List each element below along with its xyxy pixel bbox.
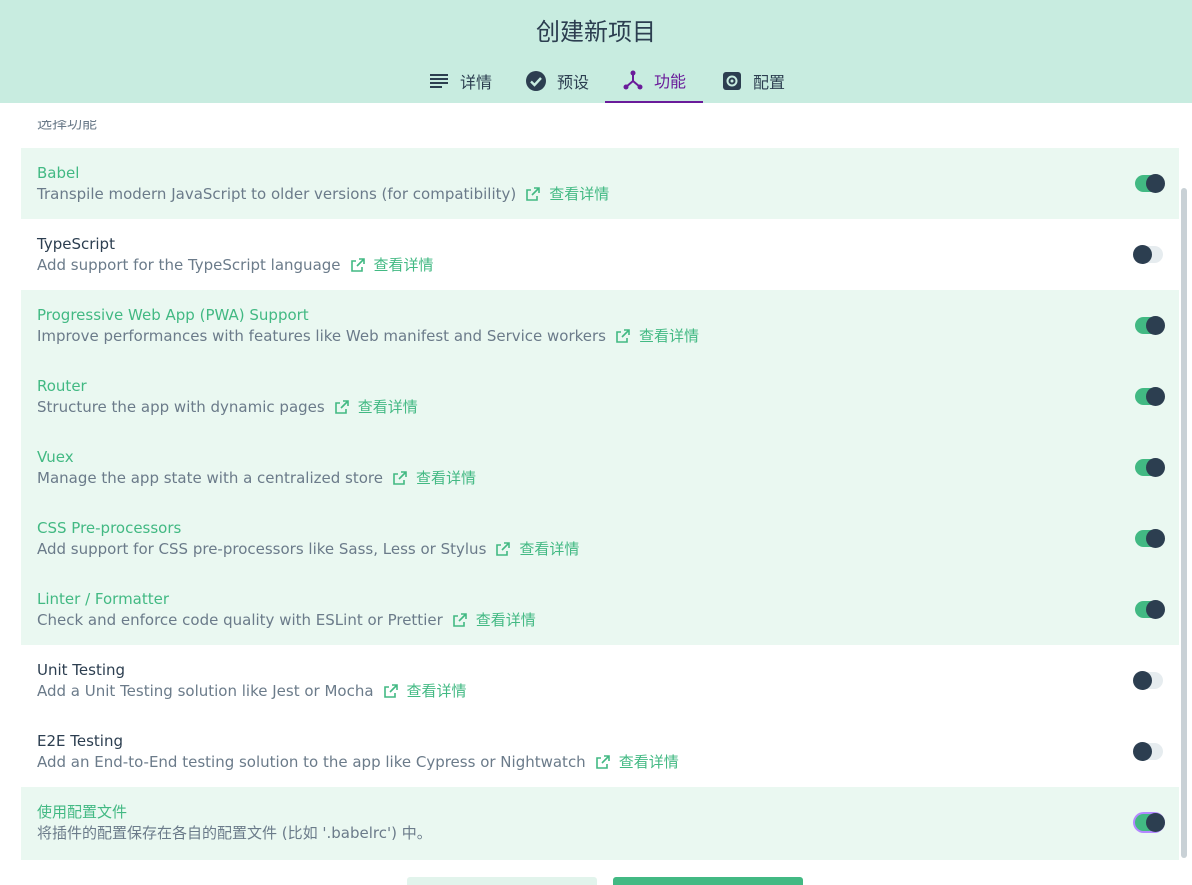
toggle-switch[interactable]: [1135, 458, 1165, 477]
toggle-knob: [1133, 671, 1152, 690]
toggle-knob: [1146, 813, 1165, 832]
more-info-link[interactable]: 查看详情: [549, 183, 609, 205]
more-info-link[interactable]: 查看详情: [619, 751, 679, 773]
check-circle-icon: [525, 70, 547, 92]
toggle-switch[interactable]: [1135, 600, 1165, 619]
feature-row-vuex[interactable]: Vuex Manage the app state with a central…: [21, 432, 1179, 503]
external-link-icon: [452, 612, 468, 628]
config-files-toggle[interactable]: [1135, 813, 1165, 832]
feature-name: Progressive Web App (PWA) Support: [37, 306, 309, 324]
feature-name: Babel: [37, 164, 80, 182]
external-link-icon: [350, 257, 366, 273]
fork-icon: [622, 69, 644, 91]
feature-row-pwa[interactable]: Progressive Web App (PWA) Support Improv…: [21, 290, 1179, 361]
more-info-link[interactable]: 查看详情: [519, 538, 579, 560]
gear-icon: [721, 70, 743, 92]
toggle-switch[interactable]: [1133, 245, 1163, 264]
tab-label: 详情: [459, 72, 492, 92]
toggle-knob: [1133, 245, 1152, 264]
config-files-name: 使用配置文件: [37, 803, 128, 821]
toggle-switch[interactable]: [1135, 174, 1165, 193]
toggle-knob: [1146, 458, 1165, 477]
feature-description: Manage the app state with a centralized …: [37, 469, 383, 487]
feature-row-router[interactable]: Router Structure the app with dynamic pa…: [21, 361, 1179, 432]
feature-name: CSS Pre-processors: [37, 519, 182, 537]
toggle-switch[interactable]: [1135, 387, 1165, 406]
feature-description: Add support for CSS pre-processors like …: [37, 540, 487, 558]
external-link-icon: [595, 754, 611, 770]
feature-row-linter[interactable]: Linter / Formatter Check and enforce cod…: [21, 574, 1179, 645]
external-link-icon: [525, 186, 541, 202]
feature-row-typescript[interactable]: TypeScript Add support for the TypeScrip…: [21, 219, 1179, 290]
toggle-switch[interactable]: [1135, 316, 1165, 335]
toggle-switch[interactable]: [1133, 671, 1163, 690]
tab-config[interactable]: 配置: [705, 58, 801, 103]
feature-description: Add support for the TypeScript language: [37, 256, 341, 274]
scrollbar[interactable]: [1181, 188, 1187, 858]
section-title: 选择功能: [37, 114, 98, 132]
tab-bar: 详情 预设 功能 配置: [0, 58, 1192, 103]
toggle-knob: [1146, 600, 1165, 619]
more-info-link[interactable]: 查看详情: [416, 467, 476, 489]
feature-name: TypeScript: [37, 235, 115, 253]
tab-label: 功能: [653, 71, 686, 91]
feature-row-e2e-testing[interactable]: E2E Testing Add an End-to-End testing so…: [21, 716, 1179, 787]
feature-name: Router: [37, 377, 87, 395]
toggle-knob: [1146, 174, 1165, 193]
external-link-icon: [392, 470, 408, 486]
toggle-knob: [1146, 387, 1165, 406]
external-link-icon: [495, 541, 511, 557]
feature-description: Improve performances with features like …: [37, 327, 606, 345]
feature-name: Linter / Formatter: [37, 590, 170, 608]
toggle-knob: [1146, 529, 1165, 548]
external-link-icon: [383, 683, 399, 699]
feature-row-css-preprocessors[interactable]: CSS Pre-processors Add support for CSS p…: [21, 503, 1179, 574]
more-info-link[interactable]: 查看详情: [407, 680, 467, 702]
toggle-knob: [1133, 742, 1152, 761]
external-link-icon: [334, 399, 350, 415]
header: 创建新项目 详情 预设 功能 配置: [0, 0, 1192, 103]
feature-list: Babel Transpile modern JavaScript to old…: [21, 148, 1179, 860]
feature-description: Add a Unit Testing solution like Jest or…: [37, 682, 374, 700]
tab-features[interactable]: 功能: [605, 58, 703, 103]
feature-description: Structure the app with dynamic pages: [37, 398, 325, 416]
tab-preset[interactable]: 预设: [510, 58, 604, 103]
toggle-knob: [1146, 316, 1165, 335]
tab-details[interactable]: 详情: [412, 58, 508, 103]
feature-row-unit-testing[interactable]: Unit Testing Add a Unit Testing solution…: [21, 645, 1179, 716]
page-title: 创建新项目: [536, 18, 656, 46]
tab-label: 预设: [556, 72, 589, 92]
more-info-link[interactable]: 查看详情: [476, 609, 536, 631]
more-info-link[interactable]: 查看详情: [639, 325, 699, 347]
more-info-link[interactable]: 查看详情: [358, 396, 418, 418]
config-files-row[interactable]: 使用配置文件 将插件的配置保存在各自的配置文件 (比如 '.babelrc') …: [21, 787, 1179, 860]
feature-name: Unit Testing: [37, 661, 126, 679]
tab-label: 配置: [752, 72, 785, 92]
toggle-switch[interactable]: [1133, 742, 1163, 761]
feature-description: Transpile modern JavaScript to older ver…: [37, 185, 517, 203]
external-link-icon: [615, 328, 631, 344]
feature-description: Add an End-to-End testing solution to th…: [37, 753, 586, 771]
previous-button[interactable]: [407, 877, 597, 885]
config-files-description: 将插件的配置保存在各自的配置文件 (比如 '.babelrc') 中。: [37, 824, 432, 842]
toggle-switch[interactable]: [1135, 529, 1165, 548]
feature-name: E2E Testing: [37, 732, 124, 750]
more-info-link[interactable]: 查看详情: [374, 254, 434, 276]
feature-row-babel[interactable]: Babel Transpile modern JavaScript to old…: [21, 148, 1179, 219]
next-button[interactable]: [613, 877, 803, 885]
feature-name: Vuex: [37, 448, 74, 466]
feature-description: Check and enforce code quality with ESLi…: [37, 611, 443, 629]
list-icon: [428, 70, 450, 92]
